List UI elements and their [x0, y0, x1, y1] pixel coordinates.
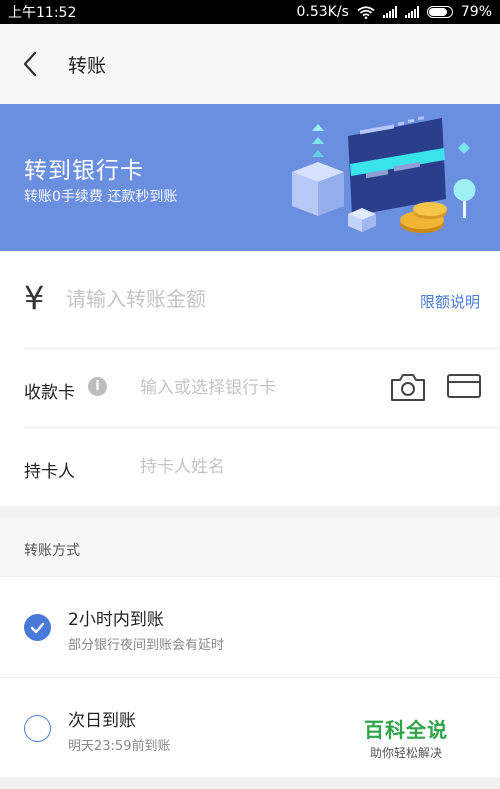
currency-symbol: ¥: [24, 279, 45, 317]
network-speed: 0.53K/s: [296, 4, 349, 20]
bank-card-illustration: [292, 116, 476, 233]
amount-input[interactable]: [66, 287, 386, 311]
signal-icon: [404, 6, 419, 18]
watermark-subtitle: 助你轻松解决: [369, 746, 442, 760]
radio-checked-icon[interactable]: [24, 614, 51, 641]
radio-unchecked-icon[interactable]: [24, 715, 51, 742]
signal-icon: [382, 6, 397, 18]
promo-banner: 转到银行卡 转账0手续费 还款秒到账: [0, 104, 500, 251]
chevron-left-icon: [23, 51, 37, 77]
option-subtitle: 明天23:59前到账: [68, 739, 171, 754]
bank-card-icon[interactable]: [446, 372, 482, 400]
option-subtitle: 部分银行夜间到账会有延时: [68, 638, 225, 653]
back-button[interactable]: [0, 24, 60, 104]
card-row: 收款卡 i: [24, 350, 500, 428]
watermark-title: 百科全说: [364, 718, 448, 742]
wifi-icon: [357, 5, 375, 19]
holder-name-input[interactable]: [140, 457, 360, 477]
option-title: 次日到账: [68, 711, 136, 731]
status-time: 上午11:52: [8, 5, 77, 21]
transfer-form: ¥ 限额说明 收款卡 i 持卡人: [0, 251, 500, 506]
camera-icon[interactable]: [390, 372, 426, 402]
option-title: 2小时内到账: [68, 610, 164, 630]
limit-link[interactable]: 限额说明: [420, 291, 480, 312]
battery-level: 79%: [460, 4, 492, 20]
section-title: 转账方式: [24, 543, 80, 559]
status-right: 0.53K/s 79%: [297, 4, 493, 20]
banner-subtitle: 转账0手续费 还款秒到账: [24, 189, 178, 205]
holder-row: 持卡人: [24, 429, 500, 506]
card-label: 收款卡: [24, 383, 75, 403]
info-icon[interactable]: i: [88, 377, 107, 396]
status-bar: 上午11:52 0.53K/s 79%: [0, 0, 500, 24]
top-nav: 转账: [0, 24, 500, 104]
card-number-input[interactable]: [140, 378, 360, 398]
banner-title: 转到银行卡: [24, 158, 144, 184]
amount-row: ¥ 限额说明: [24, 251, 500, 349]
page-title: 转账: [68, 54, 107, 77]
bottom-spacer: [0, 777, 500, 789]
holder-label: 持卡人: [24, 462, 75, 482]
watermark: 百科全说 助你轻松解决: [364, 714, 448, 761]
option-2-hours[interactable]: 2小时内到账 部分银行夜间到账会有延时: [0, 576, 500, 677]
battery-icon: [426, 6, 453, 18]
